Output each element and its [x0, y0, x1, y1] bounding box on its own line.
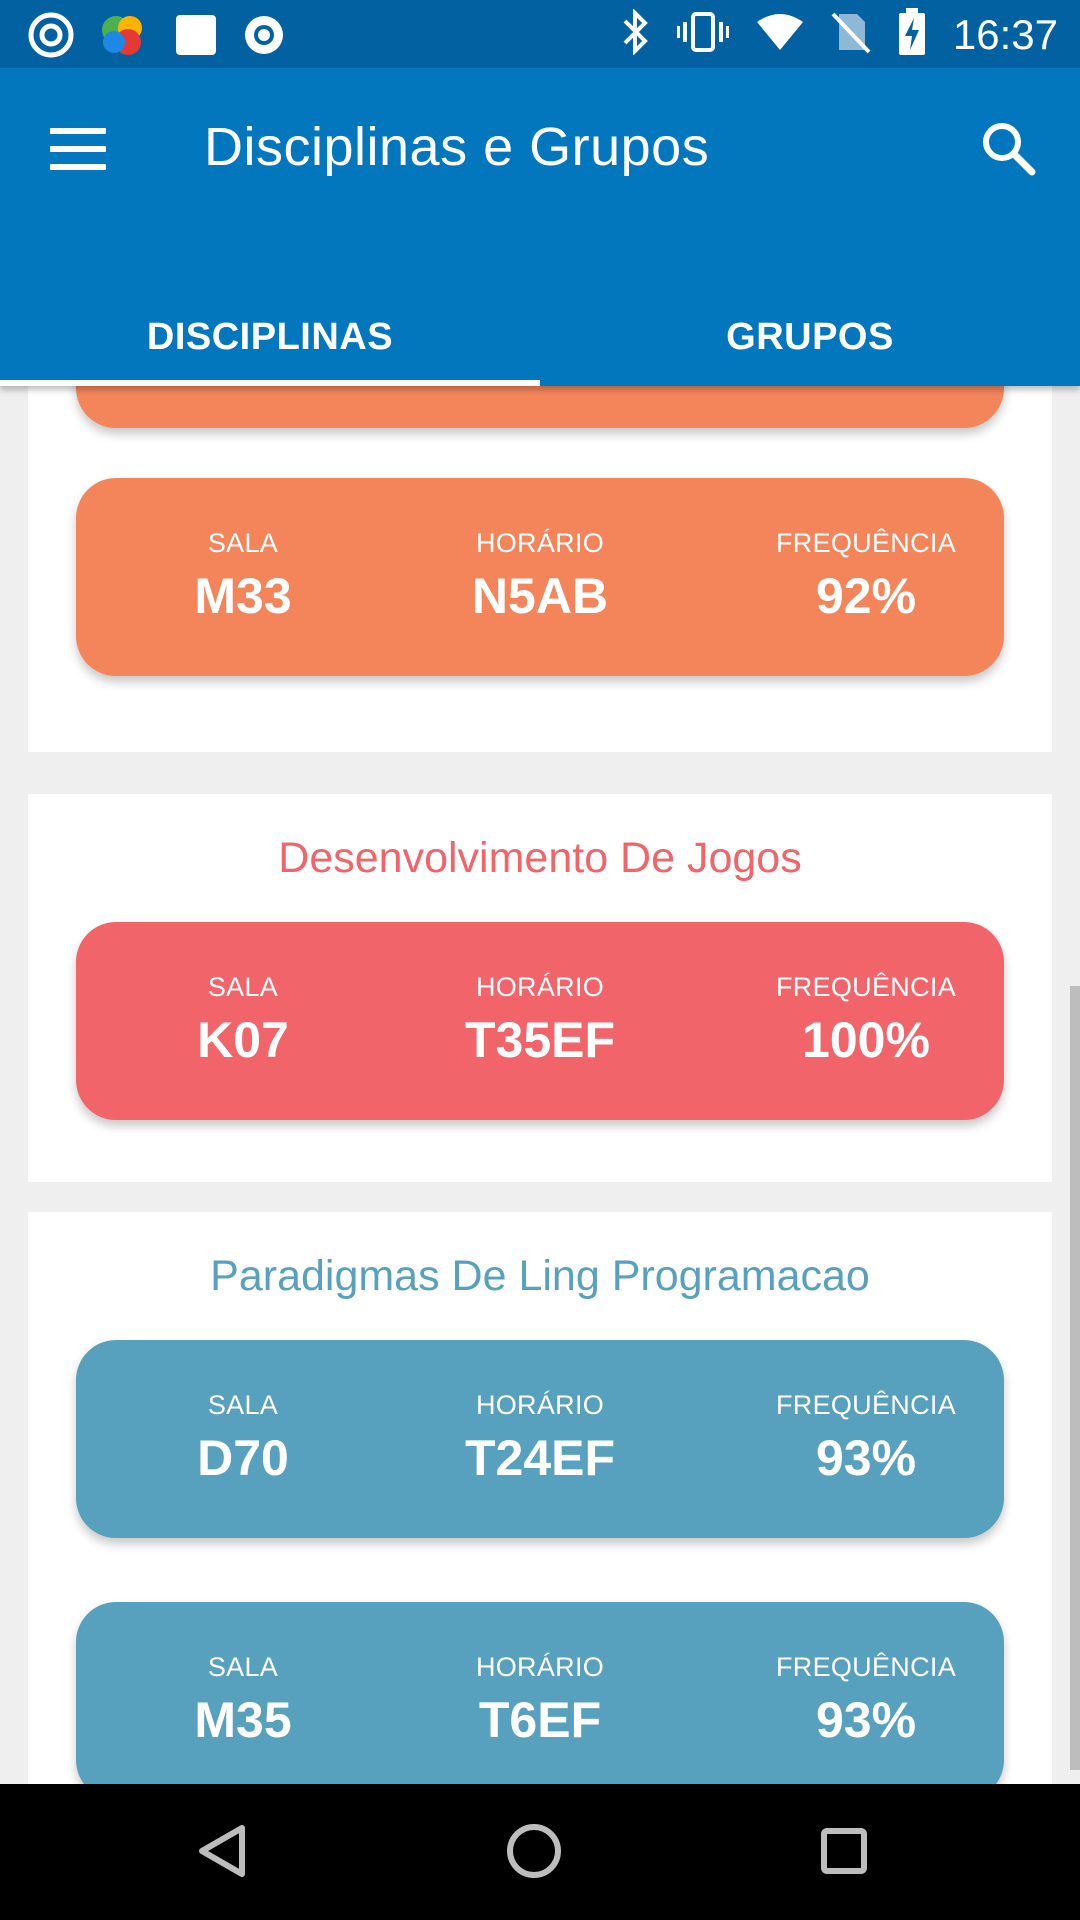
vibrate-icon	[676, 10, 729, 59]
white-square-icon	[174, 13, 218, 62]
no-sim-icon	[831, 10, 871, 59]
home-circle-icon[interactable]	[494, 1816, 574, 1886]
status-bar: 16:37	[0, 0, 1080, 68]
session-pill-partial[interactable]	[76, 386, 1004, 428]
time-value: T35EF	[464, 1012, 616, 1068]
course-title: Paradigmas De Ling Programacao	[210, 1252, 870, 1300]
time-value: T6EF	[478, 1692, 602, 1748]
course-list[interactable]: SALA M33 HORÁRIO N5AB FREQUÊNCIA 92% Desenv…	[0, 386, 1080, 1784]
time-label: HORÁRIO	[475, 1390, 605, 1420]
time-label: HORÁRIO	[475, 528, 605, 558]
app-bar: Disciplinas e Grupos DISCIPLINAS GRUPOS	[0, 68, 1080, 386]
room-label: SALA	[207, 1652, 279, 1682]
tab-disciplinas[interactable]: DISCIPLINAS	[0, 278, 540, 386]
record-icon	[242, 13, 286, 62]
scrollbar-thumb[interactable]	[1070, 986, 1080, 1770]
room-value: M35	[194, 1692, 292, 1748]
tab-bar: DISCIPLINAS GRUPOS	[0, 278, 1080, 386]
navigation-bar	[0, 1784, 1080, 1920]
session-pill[interactable]: SALA D70 HORÁRIO T24EF FREQUÊNCIA 93%	[76, 1340, 1004, 1538]
bluetooth-icon	[621, 8, 651, 60]
tab-grupos[interactable]: GRUPOS	[540, 278, 1080, 386]
room-value: K07	[197, 1012, 289, 1068]
frequency-label: FREQUÊNCIA	[775, 528, 957, 558]
course-card: Desenvolvimento De Jogos SALA K07 HORÁRIO…	[28, 794, 1052, 1182]
time-label: HORÁRIO	[475, 972, 605, 1002]
search-icon[interactable]	[980, 120, 1040, 180]
session-pill[interactable]: SALA K07 HORÁRIO T35EF FREQUÊNCIA 100%	[76, 922, 1004, 1120]
frequency-label: FREQUÊNCIA	[775, 1390, 957, 1420]
room-label: SALA	[207, 1390, 279, 1420]
course-card: Paradigmas De Ling Programacao SALA D70 H…	[28, 1212, 1052, 1784]
frequency-label: FREQUÊNCIA	[775, 972, 957, 1002]
notification-target-icon	[28, 12, 74, 63]
room-label: SALA	[207, 528, 279, 558]
frequency-value: 92%	[815, 568, 917, 624]
battery-charging-icon	[897, 8, 927, 61]
session-pill[interactable]: SALA M33 HORÁRIO N5AB FREQUÊNCIA 92%	[76, 478, 1004, 676]
frequency-value: 93%	[815, 1430, 917, 1486]
app-screen: 16:37 Disciplinas e Grupos DISCIPLINAS G…	[0, 0, 1080, 1920]
back-triangle-icon[interactable]	[182, 1816, 262, 1886]
page-title: Disciplinas e Grupos	[204, 117, 710, 177]
room-value: D70	[197, 1430, 289, 1486]
recents-square-icon[interactable]	[804, 1816, 884, 1886]
status-time: 16:37	[952, 10, 1058, 58]
course-card: SALA M33 HORÁRIO N5AB FREQUÊNCIA 92%	[28, 386, 1052, 752]
colorful-app-icon	[98, 12, 150, 63]
frequency-value: 93%	[815, 1692, 917, 1748]
room-value: M33	[194, 568, 292, 624]
room-label: SALA	[207, 972, 279, 1002]
hamburger-menu-icon[interactable]	[50, 128, 108, 172]
time-value: T24EF	[464, 1430, 616, 1486]
session-pill[interactable]: SALA M35 HORÁRIO T6EF FREQUÊNCIA 93%	[76, 1602, 1004, 1784]
time-value: N5AB	[471, 568, 609, 624]
frequency-label: FREQUÊNCIA	[775, 1652, 957, 1682]
wifi-icon	[755, 12, 805, 57]
tab-indicator	[0, 380, 540, 386]
frequency-value: 100%	[802, 1012, 930, 1068]
course-title: Desenvolvimento De Jogos	[278, 834, 802, 882]
time-label: HORÁRIO	[475, 1652, 605, 1682]
